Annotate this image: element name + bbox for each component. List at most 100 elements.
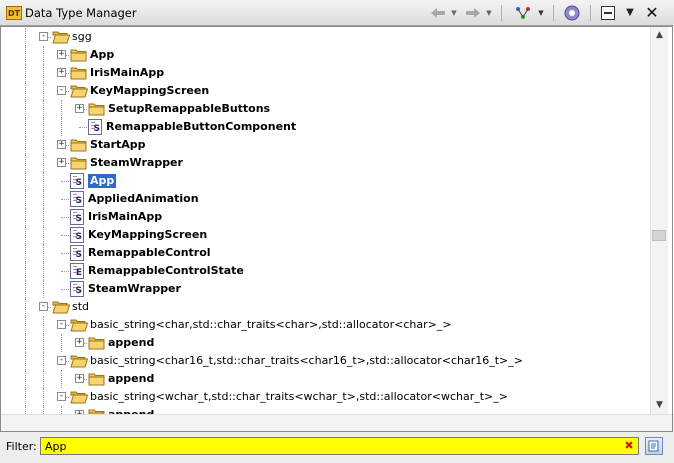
data-type-tree[interactable]: - sgg + App + IrisMainApp - KeyMappingScreen + Se… — [0, 27, 650, 414]
tree-item-label[interactable]: SteamWrapper — [90, 156, 183, 170]
tree-item-label[interactable]: basic_string<char16_t,std::char_traits<c… — [90, 354, 523, 368]
scroll-down-icon[interactable]: ▼ — [651, 397, 668, 414]
tree-row[interactable]: + SteamWrapper — [0, 154, 650, 172]
close-button[interactable]: ✕ — [642, 3, 662, 22]
tree-row[interactable]: - std — [0, 298, 650, 316]
tree-row[interactable]: + App — [0, 46, 650, 64]
tree-guide-line — [61, 334, 62, 352]
collapse-icon[interactable]: - — [57, 320, 66, 329]
structure-icon: S — [70, 281, 84, 297]
tree-row[interactable]: E RemappableControlState — [0, 262, 650, 280]
folder-open-icon — [70, 390, 89, 404]
tree-item-label[interactable]: KeyMappingScreen — [88, 228, 207, 242]
tree-item-label[interactable]: append — [108, 336, 154, 350]
folder-icon — [70, 48, 88, 62]
filter-menu-button[interactable] — [512, 3, 534, 22]
tree-item-label[interactable]: SetupRemappableButtons — [108, 102, 270, 116]
collapse-icon[interactable]: - — [57, 356, 66, 365]
collapse-icon[interactable]: - — [39, 302, 48, 311]
tree-row[interactable]: - basic_string<wchar_t,std::char_traits<w… — [0, 388, 650, 406]
tree-item-label[interactable]: IrisMainApp — [90, 66, 164, 80]
folder-icon — [88, 336, 106, 350]
tree-guide-line — [61, 100, 62, 118]
tree-row[interactable]: +append — [0, 406, 650, 414]
chevron-down-icon: ▼ — [486, 8, 492, 17]
tree-guide-line — [25, 100, 26, 118]
tree-item-label[interactable]: basic_string<char,std::char_traits<char>… — [90, 318, 452, 332]
arrow-right-icon — [466, 7, 480, 18]
chevron-down-icon: ▼ — [451, 8, 457, 17]
collapse-icon[interactable]: - — [57, 86, 66, 95]
triangle-down-icon: ▼ — [626, 7, 634, 18]
tree-row[interactable]: S KeyMappingScreen — [0, 226, 650, 244]
collapse-all-button[interactable] — [598, 3, 618, 22]
tree-item-label[interactable]: SteamWrapper — [88, 282, 181, 296]
tree-item-label[interactable]: StartApp — [90, 138, 146, 152]
tree-item-label[interactable]: sgg — [72, 30, 92, 44]
forward-dropdown-button[interactable]: ▼ — [484, 3, 494, 22]
structure-icon: S — [70, 209, 84, 225]
tree-row[interactable]: - basic_string<char16_t,std::char_traits<… — [0, 352, 650, 370]
tree-row[interactable]: - sgg — [0, 28, 650, 46]
tree-guide-line — [61, 199, 69, 200]
tree-guide-line — [61, 235, 69, 236]
expand-icon[interactable]: + — [57, 140, 66, 149]
tree-item-label[interactable]: basic_string<wchar_t,std::char_traits<wc… — [90, 390, 508, 404]
scroll-thumb[interactable] — [652, 230, 666, 241]
tree-item-label[interactable]: AppliedAnimation — [88, 192, 199, 206]
expand-icon[interactable]: + — [57, 68, 66, 77]
tree-row[interactable]: + StartApp — [0, 136, 650, 154]
tree-guide-line — [43, 334, 44, 352]
scroll-up-icon[interactable]: ▲ — [651, 27, 668, 44]
tree-item-label[interactable]: KeyMappingScreen — [90, 84, 209, 98]
tree-row[interactable]: S SteamWrapper — [0, 280, 650, 298]
tree-item-label[interactable]: App — [90, 48, 114, 62]
tree-guide-line — [25, 280, 26, 298]
folder-open-icon — [70, 84, 89, 98]
tree-row[interactable]: S RemappableControl — [0, 244, 650, 262]
tree-row[interactable]: S AppliedAnimation — [0, 190, 650, 208]
tree-row[interactable]: S IrisMainApp — [0, 208, 650, 226]
expand-icon[interactable]: + — [75, 104, 84, 113]
tree-row[interactable]: + append — [0, 334, 650, 352]
tree-guide-line — [43, 406, 44, 414]
tree-guide-line — [25, 172, 26, 190]
tree-item-label[interactable]: std — [72, 300, 89, 314]
tree-item-label[interactable]: App — [88, 174, 117, 188]
tree-item-label[interactable]: RemappableButtonComponent — [106, 120, 296, 134]
tree-guide-line — [43, 280, 44, 298]
tree-row[interactable]: + append — [0, 370, 650, 388]
filter-input[interactable] — [40, 437, 639, 455]
tree-item-label[interactable]: RemappableControl — [88, 246, 211, 260]
tree-guide-line — [61, 271, 69, 272]
tree-row[interactable]: S App — [0, 172, 650, 190]
tree-guide-line — [25, 64, 26, 82]
expand-icon[interactable]: + — [75, 374, 84, 383]
expand-icon[interactable]: + — [57, 158, 66, 167]
clear-x-icon[interactable]: ✖ — [624, 440, 634, 451]
filter-options-button[interactable] — [645, 437, 663, 455]
tree-row[interactable]: + IrisMainApp — [0, 64, 650, 82]
expand-icon[interactable]: + — [75, 338, 84, 347]
expand-icon[interactable]: + — [57, 50, 66, 59]
refresh-button[interactable] — [561, 3, 583, 22]
view-menu-button[interactable]: ▼ — [622, 3, 638, 22]
folder-icon — [88, 102, 106, 116]
tree-item-label[interactable]: append — [108, 372, 154, 386]
forward-button[interactable] — [463, 3, 483, 22]
tree-row[interactable]: - KeyMappingScreen — [0, 82, 650, 100]
back-button[interactable] — [428, 3, 448, 22]
tree-row[interactable]: S RemappableButtonComponent — [0, 118, 650, 136]
tree-row[interactable]: + SetupRemappableButtons — [0, 100, 650, 118]
collapse-icon[interactable]: - — [57, 392, 66, 401]
vertical-scrollbar[interactable]: ▲ ▼ — [650, 27, 668, 414]
collapse-icon[interactable]: - — [39, 32, 48, 41]
tree-item-label[interactable]: IrisMainApp — [88, 210, 162, 224]
data-type-manager-icon: DT — [6, 6, 22, 20]
folder-open-icon — [70, 318, 89, 332]
tree-row[interactable]: - basic_string<char,std::char_traits<char… — [0, 316, 650, 334]
tree-item-label[interactable]: RemappableControlState — [88, 264, 244, 278]
tree-guide-line — [25, 352, 26, 370]
filter-menu-dropdown[interactable]: ▼ — [536, 3, 546, 22]
back-dropdown-button[interactable]: ▼ — [449, 3, 459, 22]
